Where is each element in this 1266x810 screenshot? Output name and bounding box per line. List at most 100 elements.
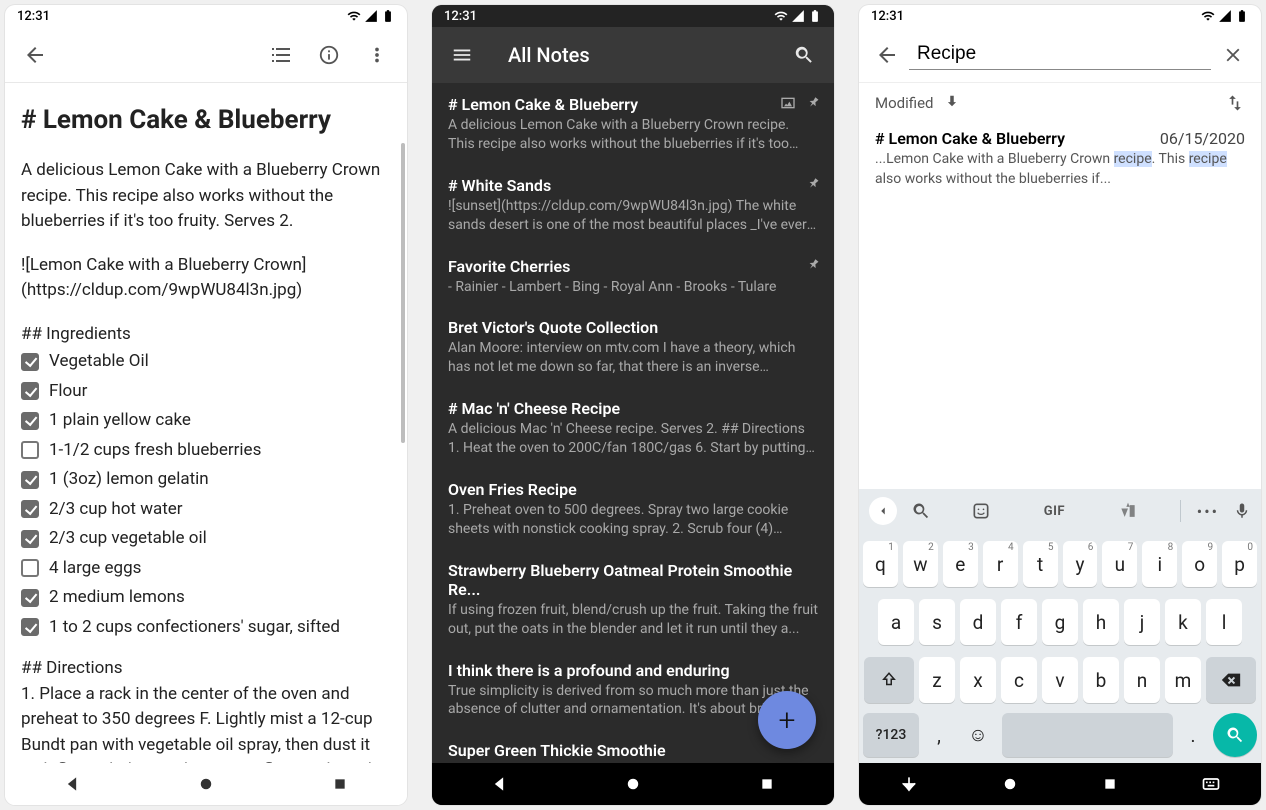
soft-keyboard[interactable]: GIF ••• q1w2e3r4t5y6u7i8o9p0 asdfghjkl z… [859,489,1261,763]
ingredient-item[interactable]: 1 (3oz) lemon gelatin [21,465,391,495]
ingredient-item[interactable]: 1 to 2 cups confectioners' sugar, sifted [21,613,391,643]
fab-add-note[interactable]: + [758,691,816,749]
key-c[interactable]: c [1001,657,1037,703]
swap-icon[interactable] [1225,93,1245,113]
kb-gif-button[interactable]: GIF [1044,504,1065,519]
checkbox[interactable] [21,559,39,577]
key-period[interactable]: . [1178,713,1208,757]
nav-back[interactable] [488,773,510,795]
note-item[interactable]: Bret Victor's Quote CollectionAlan Moore… [432,306,834,387]
key-l[interactable]: l [1206,599,1242,645]
ingredient-item[interactable]: 2 medium lemons [21,583,391,613]
kb-search-icon[interactable] [911,501,931,521]
key-u[interactable]: u7 [1102,541,1137,587]
key-x[interactable]: x [960,657,996,703]
note-item[interactable]: # Mac 'n' Cheese RecipeA delicious Mac '… [432,387,834,468]
key-v[interactable]: v [1042,657,1078,703]
key-d[interactable]: d [960,599,996,645]
scrollbar[interactable] [401,143,405,443]
back-button[interactable] [13,33,57,77]
checkbox[interactable] [21,471,39,489]
key-comma[interactable]: , [924,713,954,757]
search-button[interactable] [782,33,826,77]
note-item[interactable]: # White Sands![sunset](https://cldup.com… [432,164,834,245]
key-m[interactable]: m [1165,657,1201,703]
key-search[interactable] [1213,713,1257,757]
key-space[interactable] [1002,713,1173,757]
key-b[interactable]: b [1083,657,1119,703]
note-item[interactable]: Oven Fries Recipe1. Preheat oven to 500 … [432,468,834,549]
key-w[interactable]: w2 [903,541,938,587]
note-item[interactable]: Favorite Cherries- Rainier - Lambert - B… [432,245,834,307]
clear-button[interactable] [1211,33,1255,77]
key-i[interactable]: i8 [1142,541,1177,587]
key-y[interactable]: y6 [1063,541,1098,587]
key-k[interactable]: k [1165,599,1201,645]
key-emoji[interactable]: ☺ [959,713,997,757]
back-button[interactable] [865,33,909,77]
kb-more-icon[interactable]: ••• [1197,502,1219,521]
note-title: Bret Victor's Quote Collection [448,318,818,337]
nav-home[interactable] [195,773,217,795]
menu-button[interactable] [440,33,484,77]
kb-mic-icon[interactable] [1233,502,1251,520]
nav-home[interactable] [622,773,644,795]
nav-recent[interactable] [329,773,351,795]
kb-sticker-icon[interactable] [971,501,991,521]
ingredient-item[interactable]: 2/3 cup hot water [21,495,391,525]
note-item[interactable]: # Lemon Cake & BlueberryA delicious Lemo… [432,83,834,164]
kb-translate-icon[interactable] [1118,501,1138,521]
checkbox[interactable] [21,589,39,607]
note-preview: If using frozen fruit, blend/crush up th… [448,601,818,639]
key-t[interactable]: t5 [1023,541,1058,587]
ingredient-item[interactable]: Vegetable Oil [21,347,391,377]
ingredient-item[interactable]: Flour [21,377,391,407]
key-s[interactable]: s [919,599,955,645]
key-backspace[interactable] [1206,657,1256,703]
key-shift[interactable] [864,657,914,703]
checkbox[interactable] [21,382,39,400]
checkbox[interactable] [21,618,39,636]
sort-row[interactable]: Modified [859,83,1261,123]
ingredient-item[interactable]: 1 plain yellow cake [21,406,391,436]
battery-icon [1235,9,1249,23]
nav-back[interactable] [898,773,920,795]
key-p[interactable]: p0 [1222,541,1257,587]
info-button[interactable] [307,33,351,77]
nav-keyboard-switch[interactable] [1200,773,1222,795]
key-q[interactable]: q1 [863,541,898,587]
ingredient-item[interactable]: 1-1/2 cups fresh blueberries [21,436,391,466]
checklist-button[interactable] [259,33,303,77]
key-h[interactable]: h [1083,599,1119,645]
search-input[interactable] [909,39,1211,70]
note-image-md: ![Lemon Cake with a Blueberry Crown](htt… [21,253,391,304]
key-r[interactable]: r4 [983,541,1018,587]
note-editor-body[interactable]: # Lemon Cake & Blueberry A delicious Lem… [5,83,407,805]
search-toolbar [859,27,1261,83]
nav-home[interactable] [999,773,1021,795]
key-o[interactable]: o9 [1182,541,1217,587]
key-e[interactable]: e3 [943,541,978,587]
notes-toolbar: All Notes [432,27,834,83]
ingredient-item[interactable]: 4 large eggs [21,554,391,584]
checkbox[interactable] [21,530,39,548]
nav-recent[interactable] [756,773,778,795]
checkbox[interactable] [21,412,39,430]
nav-recent[interactable] [1099,773,1121,795]
note-item[interactable]: Strawberry Blueberry Oatmeal Protein Smo… [432,549,834,649]
key-j[interactable]: j [1124,599,1160,645]
key-n[interactable]: n [1124,657,1160,703]
ingredient-item[interactable]: 2/3 cup vegetable oil [21,524,391,554]
key-a[interactable]: a [878,599,914,645]
key-z[interactable]: z [919,657,955,703]
key-symbols[interactable]: ?123 [863,713,919,757]
checkbox[interactable] [21,353,39,371]
kb-collapse-icon[interactable] [869,497,897,525]
key-f[interactable]: f [1001,599,1037,645]
search-result[interactable]: # Lemon Cake & Blueberry 06/15/2020 ...L… [859,123,1261,189]
checkbox[interactable] [21,441,39,459]
overflow-button[interactable] [355,33,399,77]
key-g[interactable]: g [1042,599,1078,645]
nav-back[interactable] [61,773,83,795]
checkbox[interactable] [21,500,39,518]
